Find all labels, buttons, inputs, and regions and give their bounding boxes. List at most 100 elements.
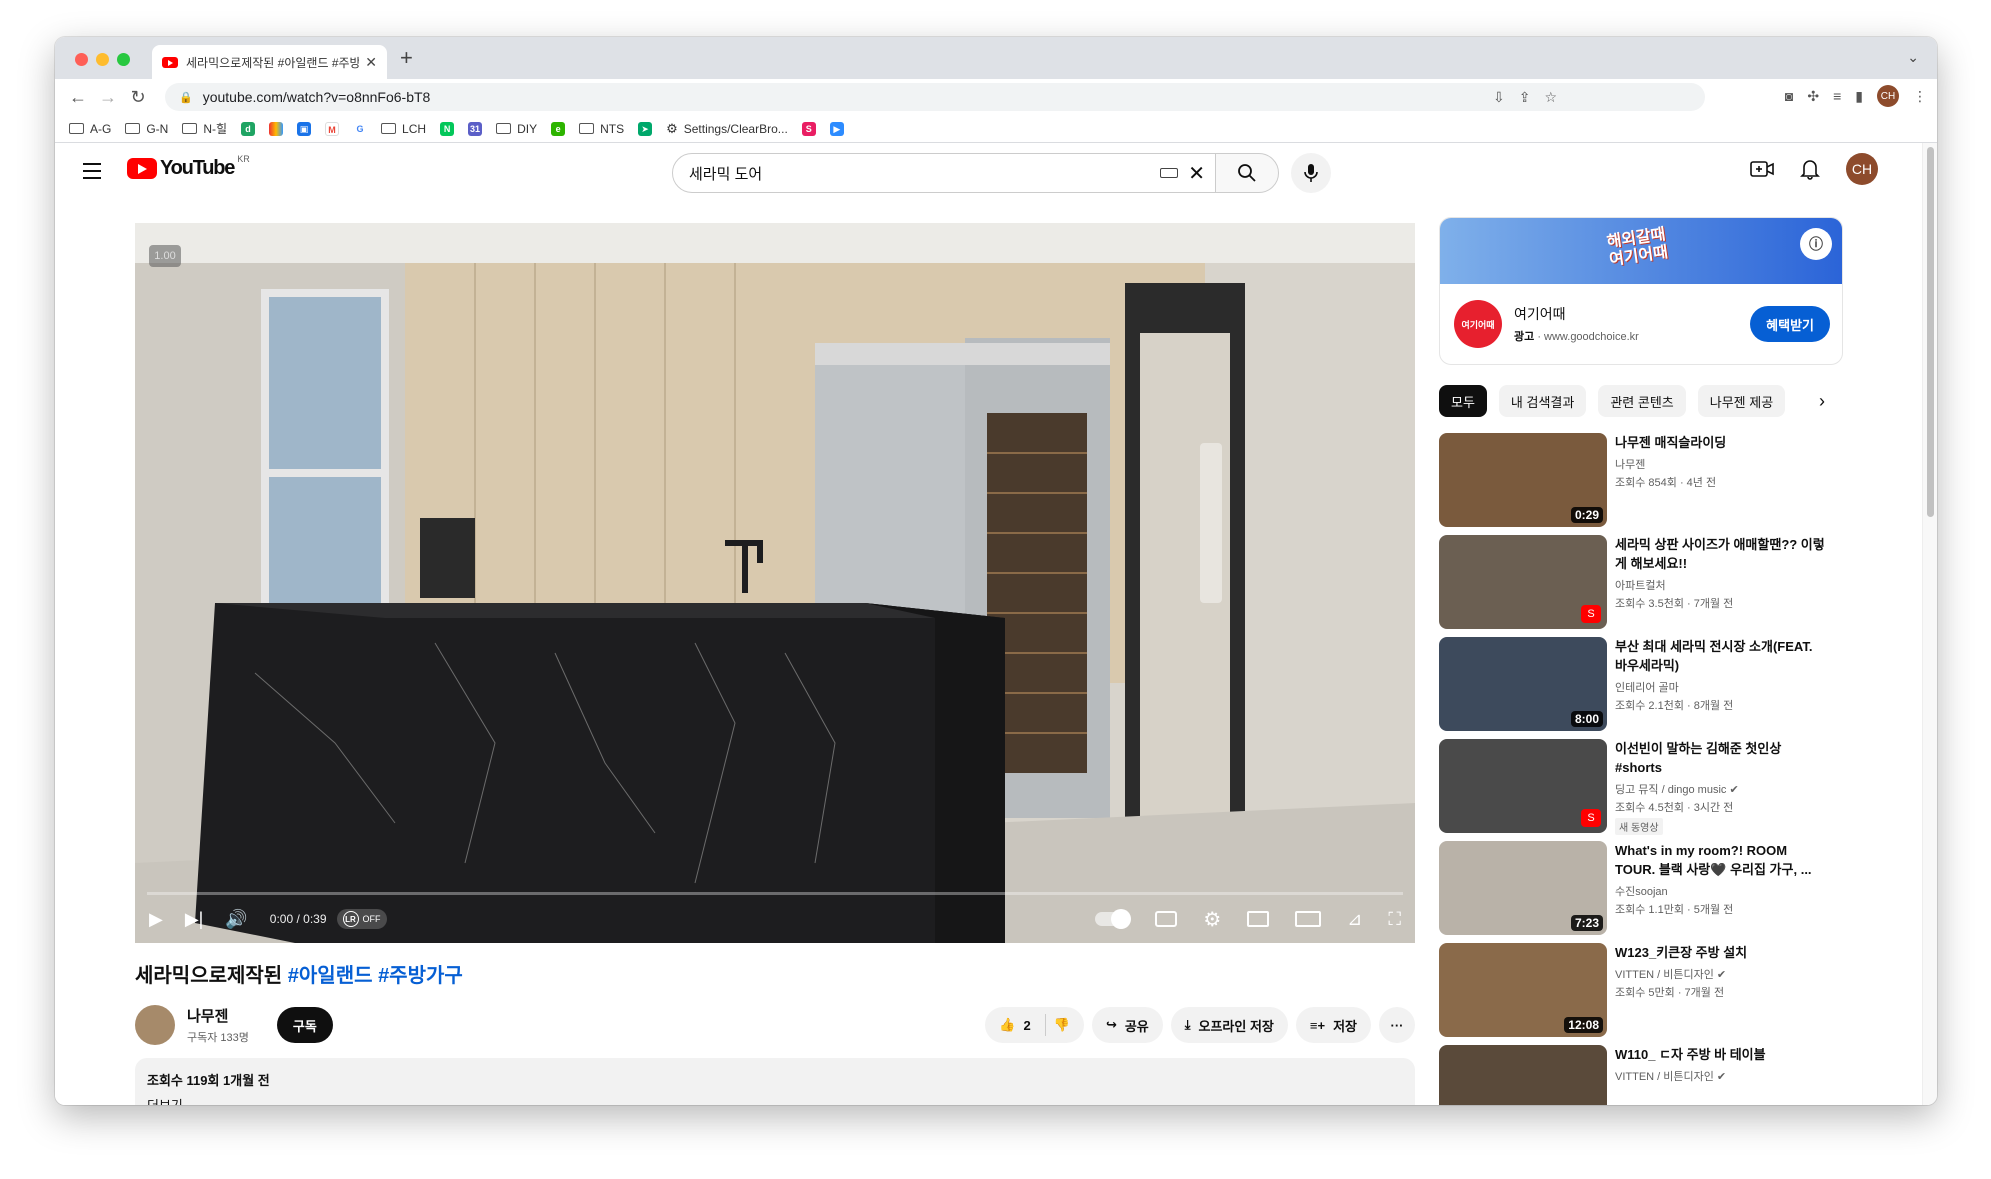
rec-channel[interactable]: VITTEN / 비튼디자인 ✔ bbox=[1615, 966, 1827, 982]
rec-channel[interactable]: 딩고 뮤직 / dingo music ✔ bbox=[1615, 781, 1827, 797]
reading-list-icon[interactable]: ≡ bbox=[1833, 88, 1841, 104]
tab-search-chevron-icon[interactable]: ⌄ bbox=[1907, 49, 1919, 66]
recommendation-item[interactable]: 0:29 나무젠 매직슬라이딩 나무젠 조회수 854회 · 4년 전 bbox=[1439, 433, 1843, 527]
channel-name[interactable]: 나무젠 bbox=[187, 1005, 249, 1026]
download-button[interactable]: ⤓ 오프라인 저장 bbox=[1170, 1007, 1288, 1043]
chip-from-channel[interactable]: 나무젠 제공 bbox=[1697, 385, 1786, 417]
subtitles-icon[interactable] bbox=[1155, 911, 1178, 927]
rec-channel[interactable]: 수진soojan bbox=[1615, 883, 1827, 899]
chip-all[interactable]: 모두 bbox=[1439, 385, 1487, 417]
share-button[interactable]: ↪ 공유 bbox=[1091, 1007, 1163, 1043]
close-tab-icon[interactable]: ✕ bbox=[365, 54, 377, 71]
bookmark-box-icon[interactable]: ▣ bbox=[297, 121, 312, 136]
account-avatar[interactable]: CH bbox=[1846, 153, 1878, 185]
rec-title[interactable]: W123_키큰장 주방 설치 bbox=[1615, 943, 1827, 962]
info-icon[interactable]: ⓘ bbox=[1800, 228, 1832, 260]
like-button[interactable]: 👍 2 bbox=[999, 1014, 1046, 1036]
ad-banner[interactable]: 해외갈때 여기어때 ⓘ bbox=[1440, 218, 1842, 284]
next-icon[interactable]: ▶| bbox=[185, 909, 204, 930]
bookmark-folder[interactable]: A-G bbox=[69, 122, 111, 136]
ad-cta-button[interactable]: 혜택받기 bbox=[1750, 306, 1830, 342]
ad-card[interactable]: 해외갈때 여기어때 ⓘ 여기어때 여기어때 광고 · www.goodchoice… bbox=[1439, 217, 1843, 365]
subscribe-button[interactable]: 구독 bbox=[276, 1007, 333, 1043]
video-thumbnail[interactable]: S bbox=[1439, 535, 1607, 629]
rec-channel[interactable]: 아파트컬처 bbox=[1615, 577, 1827, 593]
back-arrow-icon[interactable]: ← bbox=[63, 87, 93, 108]
rec-title[interactable]: 이선빈이 말하는 김해준 첫인상 #shorts bbox=[1615, 739, 1827, 777]
bookmark-folder[interactable]: LCH bbox=[381, 122, 426, 136]
browser-tab[interactable]: 세라믹으로제작된 #아일랜드 #주방가구 ✕ bbox=[152, 45, 387, 79]
reload-icon[interactable]: ↻ bbox=[123, 87, 153, 108]
rec-title[interactable]: What's in my room?! ROOM TOUR. 블랙 사랑🖤 우리… bbox=[1615, 841, 1827, 879]
side-panel-icon[interactable]: ▮ bbox=[1855, 88, 1863, 105]
voice-search-button[interactable] bbox=[1291, 153, 1331, 193]
recommendation-item[interactable]: S 이선빈이 말하는 김해준 첫인상 #shorts 딩고 뮤직 / dingo… bbox=[1439, 739, 1843, 835]
bookmark-settings[interactable]: ⚙ Settings/ClearBro... bbox=[666, 121, 788, 137]
thumbs-down-icon[interactable]: 👎 bbox=[1054, 1017, 1070, 1033]
show-more-link[interactable]: 더보기 bbox=[147, 1095, 1403, 1105]
zoom-icon[interactable]: ▶ bbox=[829, 121, 844, 136]
clear-search-icon[interactable]: ✕ bbox=[1188, 161, 1205, 186]
theater-mode-icon[interactable] bbox=[1295, 911, 1322, 927]
rec-channel[interactable]: VITTEN / 비튼디자인 ✔ bbox=[1615, 1068, 1827, 1084]
camera-icon[interactable]: ◙ bbox=[1785, 88, 1793, 104]
video-thumbnail[interactable]: 0:29 bbox=[1439, 433, 1607, 527]
create-video-icon[interactable] bbox=[1750, 159, 1774, 179]
youtube-logo[interactable]: YouTube KR bbox=[127, 154, 250, 180]
chip-my-search[interactable]: 내 검색결과 bbox=[1498, 385, 1587, 417]
extensions-puzzle-icon[interactable]: ✣ bbox=[1807, 88, 1819, 105]
hashtag-link[interactable]: #주방가구 bbox=[378, 965, 463, 987]
bookmark-ssg-icon[interactable]: S bbox=[801, 121, 816, 136]
volume-icon[interactable]: 🔊 bbox=[225, 909, 247, 930]
cast-icon[interactable]: ⊿ bbox=[1347, 909, 1362, 930]
search-button[interactable] bbox=[1215, 153, 1279, 193]
profile-avatar[interactable]: CH bbox=[1877, 85, 1899, 107]
rec-title[interactable]: 나무젠 매직슬라이딩 bbox=[1615, 433, 1827, 452]
share-icon[interactable]: ⇪ bbox=[1519, 89, 1531, 106]
calendar-icon[interactable]: 31 bbox=[468, 121, 483, 136]
settings-gear-icon[interactable]: ⚙ bbox=[1203, 907, 1221, 932]
menu-kebab-icon[interactable]: ⋮ bbox=[1913, 88, 1927, 105]
minimize-window-button[interactable] bbox=[96, 53, 109, 66]
miniplayer-icon[interactable] bbox=[1247, 911, 1270, 927]
forward-arrow-icon[interactable]: → bbox=[93, 87, 123, 108]
bookmark-color-icon[interactable] bbox=[269, 121, 284, 136]
search-input[interactable]: 세라믹 도어 ✕ bbox=[672, 153, 1216, 193]
rec-title[interactable]: W110_ ㄷ자 주방 바 테이블 bbox=[1615, 1045, 1827, 1064]
bookmark-d-icon[interactable]: d bbox=[241, 121, 256, 136]
video-player[interactable]: 1.00 ▶ ▶| 🔊 0:00 / 0:39 LR OFF ⚙ ⊿ ⛶ bbox=[135, 223, 1415, 943]
rec-title[interactable]: 세라믹 상판 사이즈가 애매할땐?? 이렇게 해보세요!! bbox=[1615, 535, 1827, 573]
notifications-bell-icon[interactable] bbox=[1800, 158, 1820, 180]
fullscreen-icon[interactable]: ⛶ bbox=[1388, 909, 1401, 930]
bookmark-folder[interactable]: G-N bbox=[125, 122, 168, 136]
naver-icon[interactable]: N bbox=[440, 121, 455, 136]
more-actions-button[interactable]: ··· bbox=[1379, 1007, 1415, 1043]
rec-channel[interactable]: 나무젠 bbox=[1615, 456, 1827, 472]
bookmark-arrow-icon[interactable]: ➤ bbox=[638, 121, 653, 136]
close-window-button[interactable] bbox=[75, 53, 88, 66]
video-thumbnail[interactable]: 12:08 bbox=[1439, 943, 1607, 1037]
video-thumbnail[interactable]: 7:23 bbox=[1439, 841, 1607, 935]
keyboard-icon[interactable] bbox=[1160, 168, 1179, 178]
video-thumbnail[interactable]: S bbox=[1439, 739, 1607, 833]
hashtag-link[interactable]: #아일랜드 bbox=[288, 965, 373, 987]
bookmark-folder[interactable]: N-힐 bbox=[182, 120, 227, 137]
scrollbar[interactable] bbox=[1922, 143, 1937, 1105]
bookmark-folder[interactable]: NTS bbox=[579, 122, 624, 136]
bookmark-folder[interactable]: DIY bbox=[496, 122, 537, 136]
play-icon[interactable]: ▶ bbox=[149, 909, 163, 930]
rec-channel[interactable]: 인테리어 골마 bbox=[1615, 679, 1827, 695]
maximize-window-button[interactable] bbox=[117, 53, 130, 66]
chevron-right-icon[interactable]: › bbox=[1819, 391, 1825, 412]
recommendation-item[interactable]: 7:23 What's in my room?! ROOM TOUR. 블랙 사… bbox=[1439, 841, 1843, 935]
save-button[interactable]: ≡+ 저장 bbox=[1295, 1007, 1371, 1043]
bookmark-leaf-icon[interactable]: e bbox=[551, 121, 566, 136]
lr-toggle[interactable]: LR OFF bbox=[336, 909, 387, 929]
video-thumbnail[interactable] bbox=[1439, 1045, 1607, 1105]
scrollbar-thumb[interactable] bbox=[1927, 147, 1934, 517]
chip-related[interactable]: 관련 콘텐츠 bbox=[1598, 385, 1686, 417]
recommendation-item[interactable]: 8:00 부산 최대 세라믹 전시장 소개(FEAT. 바우세라믹) 인테리어 … bbox=[1439, 637, 1843, 731]
rec-title[interactable]: 부산 최대 세라믹 전시장 소개(FEAT. 바우세라믹) bbox=[1615, 637, 1827, 675]
video-thumbnail[interactable]: 8:00 bbox=[1439, 637, 1607, 731]
gmail-icon[interactable]: M bbox=[325, 121, 340, 136]
